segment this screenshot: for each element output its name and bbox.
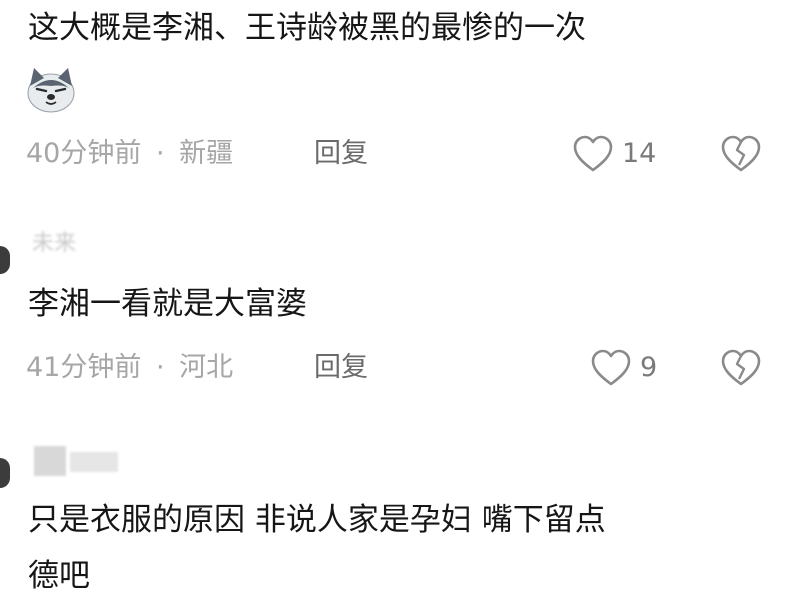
username-redacted: [34, 446, 66, 476]
avatar[interactable]: [0, 246, 10, 274]
comment-text: 这大概是李湘、王诗龄被黑的最惨的一次: [28, 10, 586, 46]
username-redacted: [70, 452, 118, 472]
comment-text-line: 只是衣服的原因 非说人家是孕妇 嘴下留点: [28, 502, 606, 538]
username[interactable]: 未来: [32, 232, 76, 256]
comment-text: 李湘一看就是大富婆: [28, 286, 307, 322]
dislike-button[interactable]: [720, 349, 762, 387]
location: 河北: [179, 352, 234, 383]
heart-icon: [573, 135, 613, 172]
timestamp: 41分钟前: [26, 352, 142, 383]
avatar[interactable]: [0, 458, 10, 488]
reply-button[interactable]: 回复: [314, 136, 368, 172]
separator: ·: [155, 352, 165, 383]
like-button[interactable]: [590, 349, 632, 387]
heart-icon: [591, 349, 631, 386]
like-button[interactable]: [572, 135, 614, 173]
location: 新疆: [179, 138, 234, 169]
like-count: 14: [622, 138, 657, 169]
timestamp: 40分钟前: [26, 138, 142, 169]
dislike-button[interactable]: [720, 135, 762, 173]
husky-emoji-icon: [26, 64, 76, 114]
broken-heart-icon: [721, 135, 761, 172]
broken-heart-icon: [721, 349, 761, 386]
reply-button[interactable]: 回复: [314, 350, 368, 386]
like-count: 9: [640, 352, 658, 383]
separator: ·: [155, 138, 165, 169]
comment-text-line: 德吧: [28, 558, 90, 594]
comment-meta: 41分钟前 · 河北: [26, 350, 233, 386]
comment-meta: 40分钟前 · 新疆: [26, 136, 233, 172]
